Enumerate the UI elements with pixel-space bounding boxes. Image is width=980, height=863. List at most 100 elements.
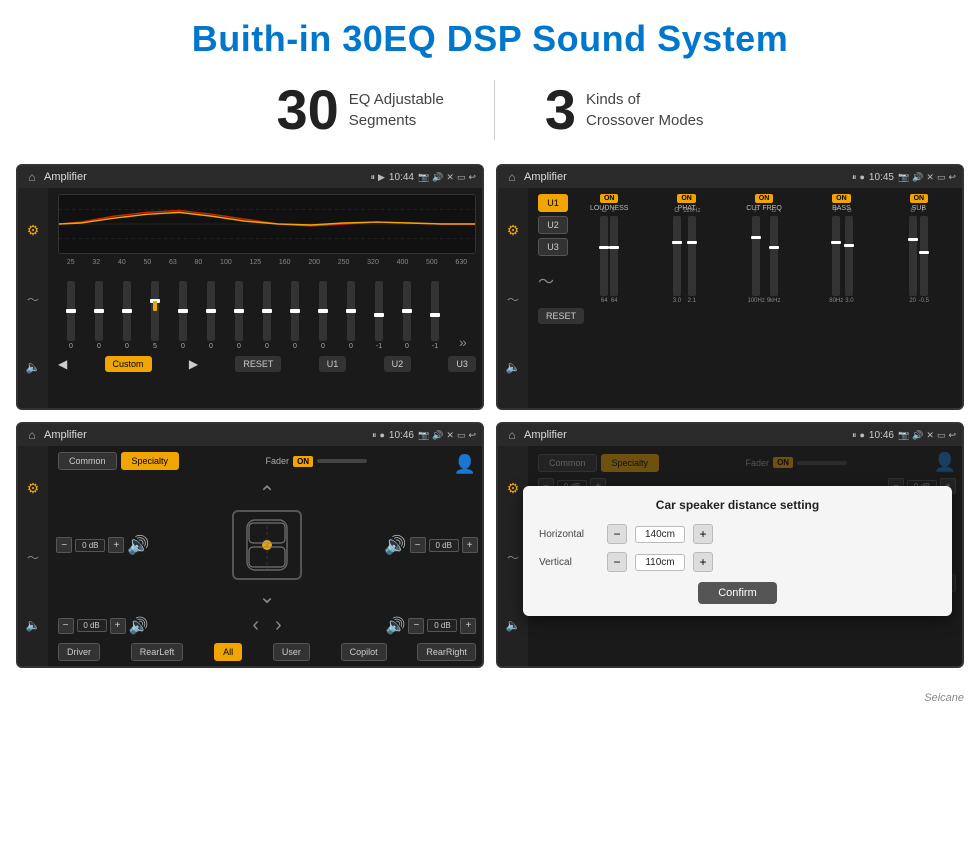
speaker-rear-left-btn[interactable]: RearLeft [131, 643, 184, 661]
speaker-top-left-control: − 0 dB + 🔊 [56, 535, 149, 556]
eq-slider-10[interactable]: 0 [319, 281, 327, 350]
crossover-sub-col: ON SUB G 20 [882, 194, 956, 304]
eq-expand-icon[interactable]: » [459, 334, 467, 350]
phat-on-btn[interactable]: ON [677, 194, 696, 203]
crossover-sidebar-icon-1[interactable]: ⚙ [507, 222, 520, 239]
horizontal-minus-btn[interactable]: − [607, 524, 627, 544]
fader-on-button[interactable]: ON [293, 456, 313, 467]
sub-on-btn[interactable]: ON [910, 194, 929, 203]
speaker-specialty-tab[interactable]: Specialty [121, 452, 180, 470]
crossover-sidebar-icon-2[interactable]: 〜 [507, 291, 519, 308]
eq-slider-3[interactable]: 0 [123, 281, 131, 350]
speaker-right-arrow[interactable]: › [275, 614, 282, 637]
back-icon: ↩ [468, 172, 476, 183]
speaker-tr-icon: 🔊 [384, 535, 406, 556]
eq-slider-14[interactable]: -1 [431, 281, 439, 350]
sub-slider-g[interactable] [909, 216, 917, 296]
eq-u3-button[interactable]: U3 [448, 356, 476, 372]
eq-slider-1[interactable]: 0 [67, 281, 75, 350]
bass-slider-g[interactable] [845, 216, 853, 296]
speaker-br-value: 0 dB [427, 619, 457, 632]
distance-home-icon[interactable]: ⌂ [504, 427, 520, 443]
speaker-volume-icon: 🔊 [432, 430, 443, 441]
eq-slider-11[interactable]: 0 [347, 281, 355, 350]
eq-slider-9[interactable]: 0 [291, 281, 299, 350]
eq-slider-7[interactable]: 0 [235, 281, 243, 350]
eq-next-button[interactable]: ▶ [189, 357, 198, 371]
eq-slider-13[interactable]: 0 [403, 281, 411, 350]
speaker-tr-plus[interactable]: + [462, 537, 478, 553]
bass-slider-f[interactable] [832, 216, 840, 296]
speaker-common-tab[interactable]: Common [58, 452, 117, 470]
speaker-left-arrow[interactable]: ‹ [252, 614, 259, 637]
eq-prev-button[interactable]: ◀ [58, 357, 67, 371]
speaker-topbar-icons: ⏸ ● [372, 430, 385, 441]
cutfreq-slider-f[interactable] [752, 216, 760, 296]
eq-custom-button[interactable]: Custom [105, 356, 152, 372]
speaker-driver-btn[interactable]: Driver [58, 643, 100, 661]
speaker-rear-right-btn[interactable]: RearRight [417, 643, 476, 661]
speaker-up-arrow[interactable]: ⌃ [259, 481, 276, 506]
stat-crossover-number: 3 [545, 82, 576, 138]
dist-sidebar-icon-1[interactable]: ⚙ [507, 480, 520, 497]
cutfreq-slider-g[interactable] [770, 216, 778, 296]
eq-freq-labels: 25 32 40 50 63 80 100 125 160 200 250 32… [58, 259, 476, 266]
eq-slider-8[interactable]: 0 [263, 281, 271, 350]
eq-slider-12[interactable]: -1 [375, 281, 383, 350]
speaker-copilot-btn[interactable]: Copilot [341, 643, 387, 661]
speaker-content: Common Specialty Fader ON 👤 − 0 d [52, 446, 482, 666]
speaker-down-arrow[interactable]: ⌄ [259, 584, 276, 609]
horizontal-row: Horizontal − 140cm + [539, 524, 936, 544]
speaker-bl-plus[interactable]: + [110, 618, 126, 634]
eq-sidebar-icon-1[interactable]: ⚙ [27, 222, 40, 239]
eq-slider-6[interactable]: 0 [207, 281, 215, 350]
speaker-car-diagram [232, 510, 302, 580]
distance-confirm-button[interactable]: Confirm [698, 582, 777, 604]
loudness-slider-f[interactable] [610, 216, 618, 296]
sub-slider-f[interactable] [920, 216, 928, 296]
camera-icon: 📷 [418, 172, 429, 183]
eq-sidebar-icon-2[interactable]: 〜 [27, 291, 39, 308]
crossover-u2-button[interactable]: U2 [538, 216, 568, 234]
crossover-u1-button[interactable]: U1 [538, 194, 568, 212]
distance-status-icons: 📷 🔊 ✕ ▭ ↩ [898, 430, 956, 441]
loudness-on-btn[interactable]: ON [600, 194, 619, 203]
eq-u2-button[interactable]: U2 [384, 356, 412, 372]
speaker-home-icon[interactable]: ⌂ [24, 427, 40, 443]
crossover-reset-button[interactable]: RESET [538, 308, 584, 324]
eq-reset-button[interactable]: RESET [235, 356, 281, 372]
vertical-minus-btn[interactable]: − [607, 552, 627, 572]
crossover-u3-button[interactable]: U3 [538, 238, 568, 256]
fader-slider[interactable] [317, 459, 367, 463]
eq-slider-5[interactable]: 0 [179, 281, 187, 350]
speaker-tl-plus[interactable]: + [108, 537, 124, 553]
eq-sidebar-icon-3[interactable]: 🔈 [26, 360, 41, 374]
speaker-bl-minus[interactable]: − [58, 618, 74, 634]
cutfreq-on-btn[interactable]: ON [755, 194, 774, 203]
speaker-br-minus[interactable]: − [408, 618, 424, 634]
phat-slider-g[interactable] [673, 216, 681, 296]
speaker-sidebar-icon-2[interactable]: 〜 [27, 549, 39, 566]
crossover-home-icon[interactable]: ⌂ [504, 169, 520, 185]
vertical-plus-btn[interactable]: + [693, 552, 713, 572]
horizontal-plus-btn[interactable]: + [693, 524, 713, 544]
crossover-status-icons: 📷 🔊 ✕ ▭ ↩ [898, 172, 956, 183]
dist-sidebar-icon-2[interactable]: 〜 [507, 549, 519, 566]
home-icon[interactable]: ⌂ [24, 169, 40, 185]
eq-slider-2[interactable]: 0 [95, 281, 103, 350]
eq-slider-4[interactable]: 5 [151, 281, 159, 350]
loudness-slider-g[interactable] [600, 216, 608, 296]
speaker-tl-minus[interactable]: − [56, 537, 72, 553]
volume-icon: 🔊 [432, 172, 443, 183]
dist-sidebar-icon-3[interactable]: 🔈 [506, 618, 521, 632]
speaker-all-btn[interactable]: All [214, 643, 242, 661]
bass-on-btn[interactable]: ON [832, 194, 851, 203]
speaker-tr-minus[interactable]: − [410, 537, 426, 553]
speaker-sidebar-icon-1[interactable]: ⚙ [27, 480, 40, 497]
crossover-sidebar-icon-3[interactable]: 🔈 [506, 360, 521, 374]
eq-u1-button[interactable]: U1 [319, 356, 347, 372]
phat-slider-f[interactable] [688, 216, 696, 296]
speaker-br-plus[interactable]: + [460, 618, 476, 634]
speaker-user-btn[interactable]: User [273, 643, 310, 661]
speaker-sidebar-icon-3[interactable]: 🔈 [26, 618, 41, 632]
